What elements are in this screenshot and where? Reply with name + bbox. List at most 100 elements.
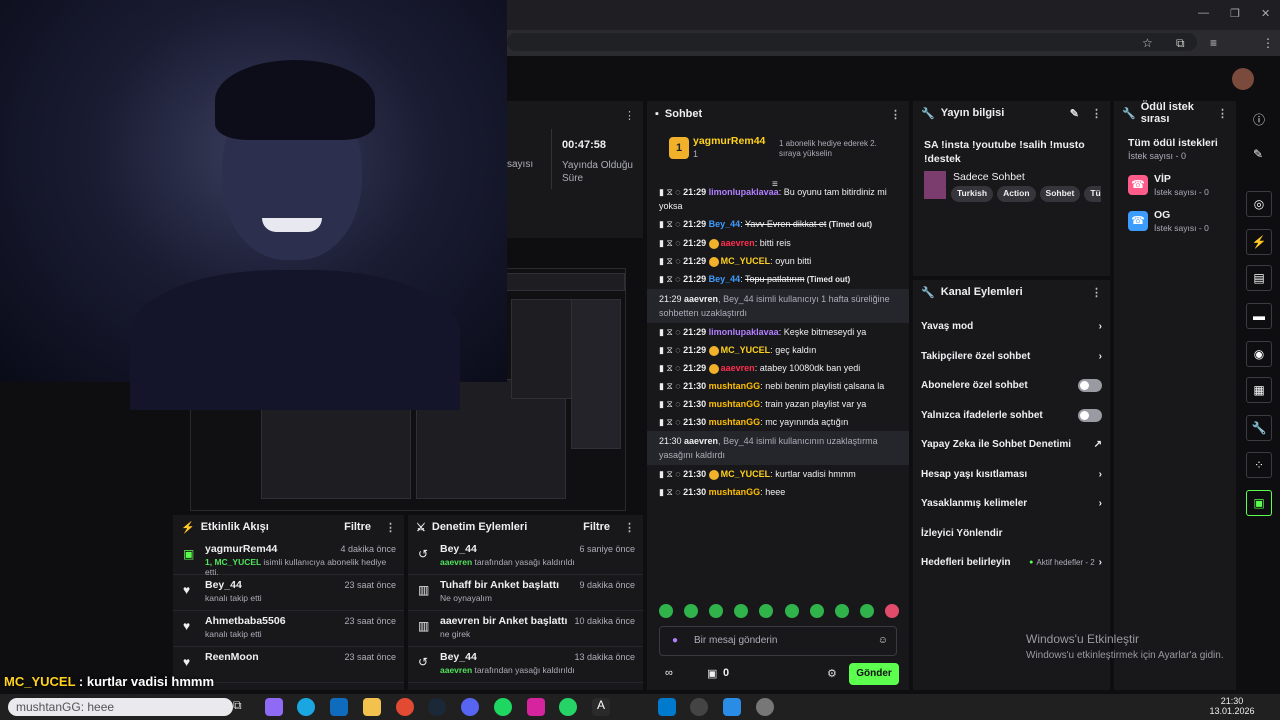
reward-item[interactable]: ☎ VİP İstek sayısı - 0 [1128,173,1228,203]
explorer-icon[interactable] [363,698,381,716]
discord-icon[interactable] [461,698,479,716]
menu-icon[interactable]: ⋮ [1262,36,1274,50]
action-item[interactable]: Yasaklanmış kelimeler › [913,489,1110,519]
app-icon[interactable] [723,698,741,716]
msg-user[interactable]: aaevren [721,363,755,373]
filter-button[interactable]: Filtre [583,521,610,533]
extensions-icon[interactable]: ⁘ [1246,452,1272,478]
list-item[interactable]: ▣ yagmurRem44 4 dakika önce 1, MC_YUCEL isi… [173,539,404,577]
wrench-icon[interactable]: 🔧 [1246,415,1272,441]
steam-icon[interactable] [428,698,446,716]
address-input[interactable] [507,33,1197,51]
emote-icon[interactable] [834,604,849,618]
msg-user[interactable]: MC_YUCEL [721,469,771,479]
app-icon[interactable]: A [592,698,610,716]
msg-user[interactable]: Bey_44 [709,219,741,229]
vscode-icon[interactable] [658,698,676,716]
taskbar-search[interactable]: mushtanGG: heee [8,698,233,716]
emote-icon[interactable] [659,604,673,618]
extensions-icon[interactable]: ⧉ [1176,36,1185,51]
list-item[interactable]: ↺ Bey_44 6 saniye önce aaevren tarafından y… [408,539,643,575]
gift-box-icon[interactable]: ▣ [707,667,717,680]
msg-user[interactable]: MC_YUCEL [721,256,771,266]
outlook-icon[interactable] [330,698,348,716]
msg-user[interactable]: mushtanGG [709,381,761,391]
list-item[interactable]: ▥ aaevren bir Anket başlattı 10 dakika önc… [408,611,643,647]
chat-input[interactable]: ● Bir mesaj gönderin ☺ [659,626,897,656]
action-item[interactable]: Yapay Zeka ile Sohbet Denetimi ↗ [913,430,1110,460]
camera-focus-icon[interactable]: ◎ [1246,191,1272,217]
emote-icon[interactable] [709,604,724,618]
panel-menu-icon[interactable]: ⋮ [624,521,635,534]
panel-menu-icon[interactable]: ⋮ [1091,107,1102,120]
list-item[interactable]: ↺ Bey_44 13 dakika önce aaevren tarafından … [408,647,643,683]
action-item[interactable]: Hesap yaşı kısıtlaması › [913,460,1110,490]
reward-item[interactable]: ☎ OG İstek sayısı - 0 [1128,209,1228,239]
obs-icon[interactable] [690,698,708,716]
taskview-icon[interactable]: ⧉ [233,698,251,716]
edit-pencil-icon[interactable]: ✎ [1253,147,1263,161]
msg-user[interactable]: Bey_44 [709,274,741,284]
panel-menu-icon[interactable]: ⋮ [1217,107,1228,120]
emote-icon[interactable] [884,604,899,618]
spotify-icon[interactable] [494,698,512,716]
emote-icon[interactable] [759,604,774,618]
emote-row[interactable] [659,604,899,620]
emote-icon[interactable] [784,604,799,618]
app-icon[interactable] [756,698,774,716]
document-icon[interactable]: ▤ [1246,265,1272,291]
media-icon[interactable]: ≡ [1210,36,1217,50]
action-item[interactable]: Abonelere özel sohbet [913,371,1110,401]
minimize-icon[interactable]: — [1198,7,1209,19]
copilot-icon[interactable] [265,698,283,716]
chat-bubble-icon[interactable]: ▬ [1246,303,1272,329]
tag-chip[interactable]: Tür [1084,186,1101,202]
list-item[interactable]: ♥ Ahmetbaba5506 23 saat önce kanalı takip e… [173,611,404,647]
avatar[interactable] [1232,68,1254,90]
panel-menu-icon[interactable]: ⋮ [624,109,635,122]
emote-icon[interactable] [734,604,749,618]
panel-menu-icon[interactable]: ⋮ [890,108,901,121]
whatsapp-icon[interactable] [559,698,577,716]
emote-icon[interactable] [684,604,699,618]
list-item[interactable]: ♥ Bey_44 23 saat önce kanalı takip etti [173,575,404,611]
broadcast-icon[interactable]: ◉ [1246,341,1272,367]
msg-user[interactable]: mushtanGG [709,417,761,427]
toggle-switch[interactable] [1078,379,1102,393]
action-item[interactable]: Hedefleri belirleyin ● Aktif hedefler - 2 › [913,548,1110,578]
infinity-icon[interactable]: ∞ [665,667,673,679]
mic-icon[interactable]: ● [672,627,678,655]
edit-pencil-icon[interactable]: ✎ [1070,107,1079,120]
all-rewards-label[interactable]: Tüm ödül istekleri [1128,137,1218,149]
filter-button[interactable]: Filtre [344,521,371,533]
msg-user[interactable]: mushtanGG [709,487,761,497]
msg-user[interactable]: MC_YUCEL [721,345,771,355]
tag-chip[interactable]: Sohbet [1039,186,1081,202]
panel-menu-icon[interactable]: ⋮ [1091,286,1102,299]
close-icon[interactable]: ✕ [1261,7,1270,20]
emoji-icon[interactable]: ☺ [878,627,888,655]
msg-user[interactable]: limonlupaklavaa [709,327,779,337]
pinned-leaderboard[interactable]: 1 yagmurRem44 1 1 abonelik hediye ederek… [647,129,909,190]
bookmark-star-icon[interactable]: ☆ [1142,36,1153,50]
emote-icon[interactable] [809,604,824,618]
clock[interactable]: 21:30 13.01.2026 [1207,696,1257,716]
panel-menu-icon[interactable]: ⋮ [385,521,396,534]
tag-chip[interactable]: Action [997,186,1036,202]
msg-user[interactable]: aaevren [721,238,755,248]
action-item[interactable]: İzleyici Yönlendir [913,519,1110,549]
tag-chip[interactable]: Turkish [951,186,994,202]
action-item[interactable]: Takipçilere özel sohbet › [913,342,1110,372]
instagram-icon[interactable] [527,698,545,716]
action-item[interactable]: Yavaş mod › [913,312,1110,342]
info-icon[interactable]: ⓘ [1253,111,1265,128]
maximize-icon[interactable]: ❐ [1230,7,1240,20]
chrome-icon[interactable] [396,698,414,716]
action-item[interactable]: Yalnızca ifadelerle sohbet [913,401,1110,431]
toggle-switch[interactable] [1078,408,1102,422]
msg-user[interactable]: mushtanGG [709,399,761,409]
lightning-icon[interactable]: ⚡ [1246,229,1272,255]
list-item[interactable]: ▥ Tuhaff bir Anket başlattı 9 dakika önce N… [408,575,643,611]
emote-icon[interactable] [859,604,874,618]
layout-icon[interactable]: ▦ [1246,377,1272,403]
